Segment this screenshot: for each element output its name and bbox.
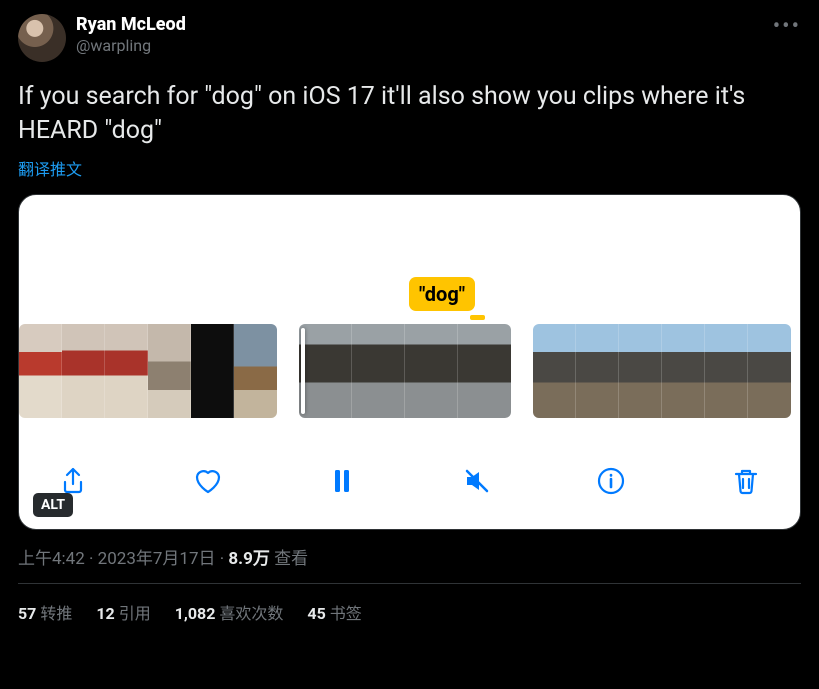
quotes-stat[interactable]: 12引用 [96, 600, 150, 624]
caption-badge: "dog" [409, 277, 475, 311]
bookmarks-stat[interactable]: 45书签 [307, 600, 361, 624]
translate-link[interactable]: 翻译推文 [18, 156, 801, 180]
tweet-time[interactable]: 上午4:42 [18, 549, 85, 569]
video-clip[interactable] [19, 324, 277, 418]
clip-frame [705, 324, 748, 418]
filmstrip[interactable] [19, 324, 800, 418]
stats-row: 57转推 12引用 1,082喜欢次数 45书签 [18, 584, 801, 624]
media-card[interactable]: "dog" [18, 194, 801, 530]
clip-frame [458, 324, 511, 418]
tweet-text: If you search for "dog" on iOS 17 it'll … [18, 80, 801, 148]
caption-marker [470, 315, 485, 320]
clip-frame [748, 324, 791, 418]
clip-frame [576, 324, 619, 418]
media-toolbar [19, 456, 800, 506]
clip-frame [148, 324, 191, 418]
likes-stat[interactable]: 1,082喜欢次数 [175, 600, 284, 624]
clip-frame [234, 324, 277, 418]
tweet-date[interactable]: 2023年7月17日 [98, 549, 216, 569]
trash-icon[interactable] [728, 463, 764, 499]
retweets-stat[interactable]: 57转推 [18, 600, 72, 624]
clip-frame [533, 324, 576, 418]
mute-icon[interactable] [459, 463, 495, 499]
video-clip[interactable] [299, 324, 511, 418]
playhead-icon[interactable] [301, 328, 305, 414]
views-label: 查看 [274, 549, 308, 569]
more-icon[interactable]: ••• [773, 14, 801, 39]
clip-frame [662, 324, 705, 418]
clip-frame [105, 324, 148, 418]
clip-frame [352, 324, 405, 418]
alt-badge[interactable]: ALT [33, 493, 73, 517]
clip-frame [191, 324, 234, 418]
clip-frame [405, 324, 458, 418]
clip-frame [19, 324, 62, 418]
clip-frame [619, 324, 662, 418]
clip-frame [62, 324, 105, 418]
clip-frame [299, 324, 352, 418]
author-block[interactable]: Ryan McLeod @warpling [76, 14, 186, 55]
pause-icon[interactable] [324, 463, 360, 499]
views-count: 8.9万 [228, 549, 269, 569]
tweet-meta: 上午4:42 · 2023年7月17日 · 8.9万 查看 [18, 544, 801, 569]
author-handle: @warpling [76, 36, 186, 55]
info-icon[interactable] [593, 463, 629, 499]
heart-icon[interactable] [190, 463, 226, 499]
tweet-header: Ryan McLeod @warpling ••• [18, 14, 801, 62]
avatar[interactable] [18, 14, 66, 62]
author-display-name: Ryan McLeod [76, 14, 186, 36]
tweet-container: Ryan McLeod @warpling ••• If you search … [0, 0, 819, 624]
video-clip[interactable] [533, 324, 791, 418]
